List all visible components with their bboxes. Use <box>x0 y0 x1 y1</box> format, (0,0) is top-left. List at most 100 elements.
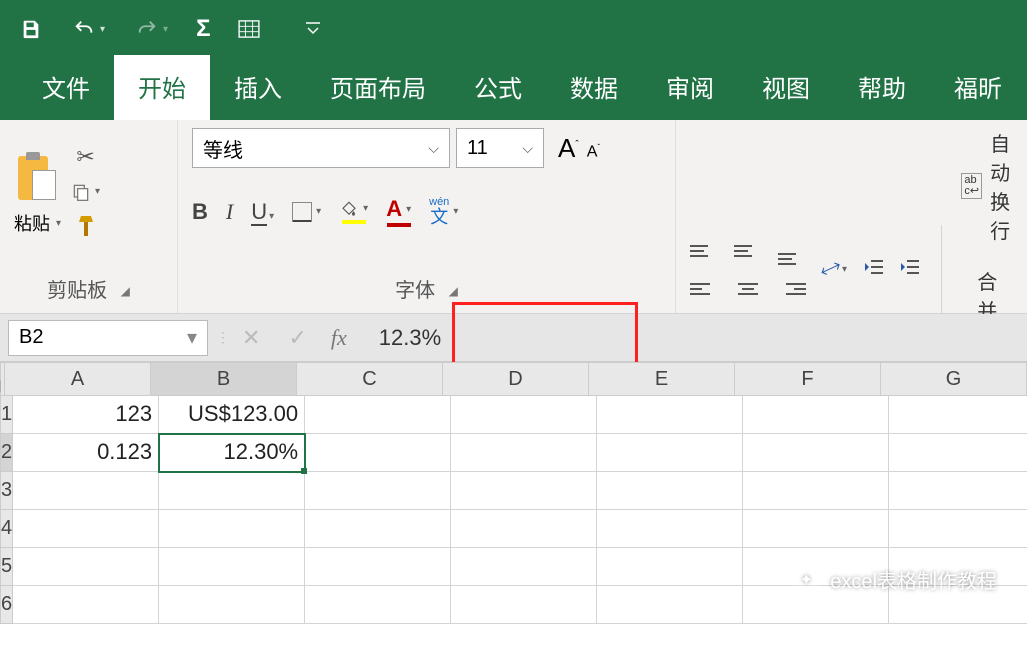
cell-B2[interactable]: 12.30% <box>159 434 305 472</box>
fill-color-button[interactable]: ▾ <box>339 200 368 224</box>
cell-D3[interactable] <box>451 472 597 510</box>
col-header-D[interactable]: D <box>443 362 589 396</box>
cell-A3[interactable] <box>13 472 159 510</box>
cell-C3[interactable] <box>305 472 451 510</box>
col-header-E[interactable]: E <box>589 362 735 396</box>
row-header-5[interactable]: 5 <box>0 548 13 586</box>
cell-B4[interactable] <box>159 510 305 548</box>
orientation-button[interactable]: ⤢▾ <box>822 258 847 281</box>
borders-button[interactable]: ▾ <box>292 202 321 222</box>
cell-E2[interactable] <box>597 434 743 472</box>
cell-B1[interactable]: US$123.00 <box>159 396 305 434</box>
cell-D2[interactable] <box>451 434 597 472</box>
italic-button[interactable]: I <box>226 199 233 225</box>
save-button[interactable] <box>20 18 42 40</box>
cell-A6[interactable] <box>13 586 159 624</box>
tab-review[interactable]: 审阅 <box>642 55 738 120</box>
underline-button[interactable]: U▾ <box>251 199 274 225</box>
col-header-B[interactable]: B <box>151 362 297 396</box>
cell-D6[interactable] <box>451 586 597 624</box>
cell-G2[interactable] <box>889 434 1027 472</box>
cell-B3[interactable] <box>159 472 305 510</box>
row-header-2[interactable]: 2 <box>0 434 13 472</box>
spreadsheet-grid[interactable]: A B C D E F G 1 123 US$123.00 2 0.123 12… <box>0 362 1027 624</box>
wrap-text-button[interactable]: abc↩ 自动换行 <box>961 128 1013 244</box>
redo-button[interactable]: ▾ <box>133 18 168 40</box>
paste-button[interactable]: 粘贴▾ <box>14 210 61 236</box>
tab-foxit[interactable]: 福昕 <box>930 55 1026 120</box>
cell-A1[interactable]: 123 <box>13 396 159 434</box>
cell-E3[interactable] <box>597 472 743 510</box>
tab-page-layout[interactable]: 页面布局 <box>306 55 450 120</box>
cell-C6[interactable] <box>305 586 451 624</box>
tab-data[interactable]: 数据 <box>546 55 642 120</box>
row-header-6[interactable]: 6 <box>0 586 13 624</box>
cell-A2[interactable]: 0.123 <box>13 434 159 472</box>
chevron-down-icon[interactable]: ▾ <box>163 24 168 35</box>
cell-A5[interactable] <box>13 548 159 586</box>
cell-F4[interactable] <box>743 510 889 548</box>
cell-D1[interactable] <box>451 396 597 434</box>
clipboard-dialog-launcher[interactable]: ◢ <box>121 284 130 298</box>
cell-C5[interactable] <box>305 548 451 586</box>
cell-F1[interactable] <box>743 396 889 434</box>
align-right-button[interactable] <box>778 275 806 303</box>
cell-D4[interactable] <box>451 510 597 548</box>
table-button[interactable] <box>238 20 260 38</box>
increase-font-button[interactable]: Aˆ <box>558 133 579 164</box>
cell-F2[interactable] <box>743 434 889 472</box>
align-top-button[interactable] <box>690 237 718 265</box>
chevron-down-icon[interactable]: ▾ <box>100 24 105 35</box>
col-header-G[interactable]: G <box>881 362 1027 396</box>
align-left-button[interactable] <box>690 275 718 303</box>
tab-formulas[interactable]: 公式 <box>450 55 546 120</box>
cell-E5[interactable] <box>597 548 743 586</box>
tab-help[interactable]: 帮助 <box>834 55 930 120</box>
font-size-combo[interactable]: 11⌵ <box>456 128 544 168</box>
undo-button[interactable]: ▾ <box>70 18 105 40</box>
row-header-4[interactable]: 4 <box>0 510 13 548</box>
col-header-F[interactable]: F <box>735 362 881 396</box>
customize-qat-button[interactable] <box>304 21 322 37</box>
cell-G1[interactable] <box>889 396 1027 434</box>
increase-indent-button[interactable] <box>899 258 921 281</box>
cell-B5[interactable] <box>159 548 305 586</box>
cell-D5[interactable] <box>451 548 597 586</box>
cell-C2[interactable] <box>305 434 451 472</box>
tab-file[interactable]: 文件 <box>18 55 114 120</box>
tab-view[interactable]: 视图 <box>738 55 834 120</box>
cell-E6[interactable] <box>597 586 743 624</box>
cell-E1[interactable] <box>597 396 743 434</box>
confirm-formula-button[interactable]: ✓ <box>274 325 320 351</box>
cell-A4[interactable] <box>13 510 159 548</box>
col-header-A[interactable]: A <box>5 362 151 396</box>
decrease-font-button[interactable]: Aˇ <box>587 143 600 161</box>
format-painter-button[interactable] <box>75 214 97 245</box>
font-name-combo[interactable]: 等线⌵ <box>192 128 450 168</box>
paste-icon[interactable] <box>16 152 60 204</box>
font-dialog-launcher[interactable]: ◢ <box>449 284 458 298</box>
cell-C1[interactable] <box>305 396 451 434</box>
cell-G3[interactable] <box>889 472 1027 510</box>
cell-C4[interactable] <box>305 510 451 548</box>
align-middle-button[interactable] <box>734 237 762 265</box>
name-box[interactable]: B2 ▾ <box>8 320 208 356</box>
cell-G4[interactable] <box>889 510 1027 548</box>
cell-B6[interactable] <box>159 586 305 624</box>
autosum-button[interactable]: Σ <box>196 15 210 43</box>
copy-button[interactable]: ▾ <box>71 182 100 202</box>
formula-value[interactable]: 12.3% <box>357 325 463 351</box>
font-color-button[interactable]: A▾ <box>386 196 411 227</box>
col-header-C[interactable]: C <box>297 362 443 396</box>
cell-F3[interactable] <box>743 472 889 510</box>
phonetic-button[interactable]: wén文 ▾ <box>429 197 458 226</box>
tab-insert[interactable]: 插入 <box>210 55 306 120</box>
align-center-button[interactable] <box>734 275 762 303</box>
cell-E4[interactable] <box>597 510 743 548</box>
tab-home[interactable]: 开始 <box>114 55 210 120</box>
cancel-formula-button[interactable]: ✕ <box>228 325 274 351</box>
row-header-1[interactable]: 1 <box>0 396 13 434</box>
insert-function-button[interactable]: fx <box>321 325 357 351</box>
align-bottom-button[interactable] <box>778 237 806 265</box>
bold-button[interactable]: B <box>192 199 208 225</box>
